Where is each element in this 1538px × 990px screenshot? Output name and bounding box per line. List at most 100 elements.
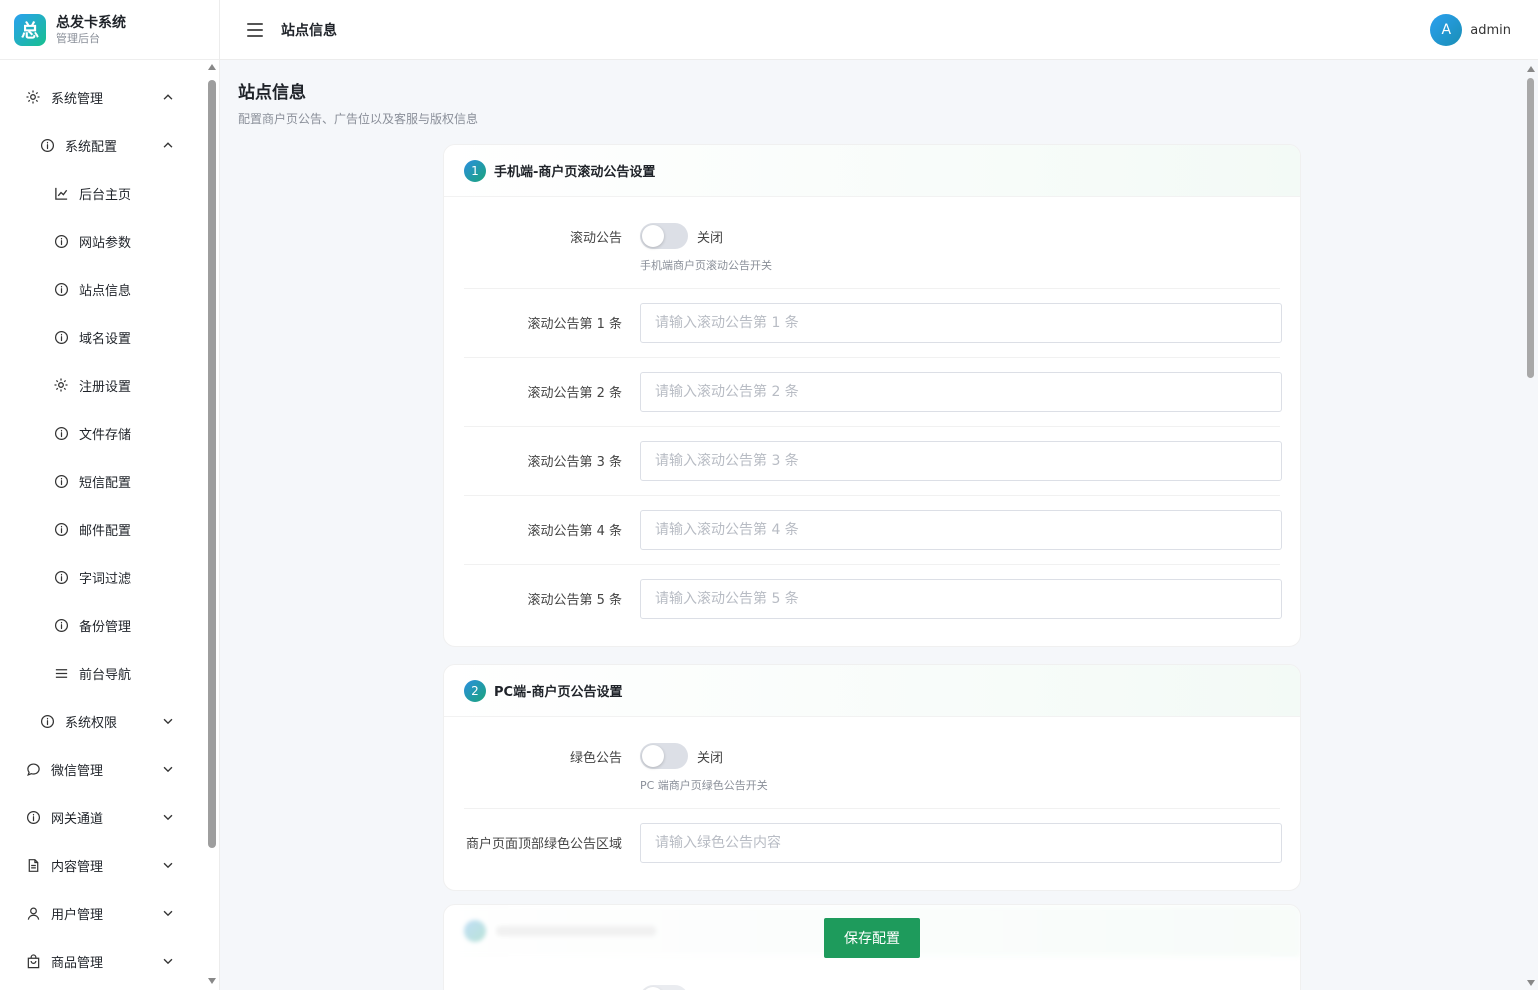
chevron-down-icon[interactable]	[161, 714, 175, 728]
gear-icon	[25, 89, 41, 105]
user-menu[interactable]: A admin	[1430, 14, 1511, 46]
scroll-notice-2-input[interactable]	[640, 372, 1282, 412]
sidebar-item-label: 系统权限	[65, 715, 118, 731]
chat-icon	[25, 761, 41, 777]
toggle-label: 绿色公告	[569, 751, 622, 766]
sidebar-item-label: 注册设置	[79, 379, 132, 395]
sidebar-item-10[interactable]: 邮件配置	[0, 505, 205, 553]
main-scroll-thumb[interactable]	[1527, 78, 1534, 378]
main-scrollbar[interactable]	[1524, 60, 1538, 990]
chevron-down-icon[interactable]	[161, 762, 175, 776]
info-icon	[25, 809, 41, 825]
save-config-button[interactable]: 保存配置	[824, 918, 920, 958]
chevron-up-icon[interactable]	[161, 90, 175, 104]
step-badge: 1	[464, 159, 486, 182]
toggle-hint: 手机端商户页滚动公告开关	[640, 259, 772, 272]
sidebar-item-label: 系统配置	[65, 139, 118, 155]
info-icon	[39, 137, 55, 153]
green-notice-input[interactable]	[640, 823, 1282, 863]
sidebar-item-9[interactable]: 短信配置	[0, 457, 205, 505]
topbar: 站点信息 A admin	[220, 0, 1538, 60]
brand[interactable]: 总 总发卡系统 管理后台	[0, 0, 219, 60]
chevron-down-icon[interactable]	[161, 954, 175, 968]
chevron-down-icon[interactable]	[161, 906, 175, 920]
chart-icon	[53, 185, 69, 201]
chevron-down-icon[interactable]	[161, 810, 175, 824]
sidebar-item-13[interactable]: 前台导航	[0, 649, 205, 697]
sidebar-item-label: 系统管理	[51, 91, 104, 107]
sidebar-item-label: 文件存储	[79, 427, 132, 443]
sidebar-item-8[interactable]: 文件存储	[0, 409, 205, 457]
sidebar-item-label: 备份管理	[79, 619, 132, 635]
sidebar-item-3[interactable]: 后台主页	[0, 169, 205, 217]
section-title-placeholder	[496, 926, 656, 936]
field-label: 滚动公告第 5 条	[527, 593, 622, 608]
pc-notice-card: 2 PC端-商户页公告设置 绿色公告 关闭 PC 端商户页绿色公告开关 商户页面…	[443, 664, 1301, 891]
green-notice-toggle[interactable]	[640, 743, 688, 769]
sidebar-item-6[interactable]: 域名设置	[0, 313, 205, 361]
sidebar-item-label: 内容管理	[51, 859, 104, 875]
sidebar-item-11[interactable]: 字词过滤	[0, 553, 205, 601]
mobile-notice-card: 1 手机端-商户页滚动公告设置 滚动公告 关闭 手机端商户页滚动公告开关 滚动公…	[443, 144, 1301, 647]
brand-name: 总发卡系统	[56, 14, 126, 31]
sidebar-item-label: 微信管理	[51, 763, 104, 779]
sidebar-item-16[interactable]: 网关通道	[0, 793, 205, 841]
sidebar-item-15[interactable]: 微信管理	[0, 745, 205, 793]
field-label: 商户页面顶部绿色公告区域	[465, 837, 622, 852]
sidebar-item-12[interactable]: 备份管理	[0, 601, 205, 649]
step-badge: 2	[464, 679, 486, 702]
toggle-state-text: 关闭	[697, 231, 724, 246]
sidebar-scroll-thumb[interactable]	[208, 80, 216, 848]
toggle-label: 滚动公告	[569, 231, 622, 246]
sidebar-item-1[interactable]: 系统管理	[0, 73, 205, 121]
info-icon	[53, 617, 69, 633]
scroll-notice-4-input[interactable]	[640, 510, 1282, 550]
scroll-up-arrow-icon[interactable]	[208, 64, 216, 70]
sidebar-item-2[interactable]: 系统配置	[0, 121, 205, 169]
sidebar-item-label: 站点信息	[79, 283, 132, 299]
menu-icon	[53, 665, 69, 681]
sidebar-item-19[interactable]: 商品管理	[0, 937, 205, 985]
sidebar-item-label: 前台导航	[79, 667, 132, 683]
sidebar-item-17[interactable]: 内容管理	[0, 841, 205, 889]
avatar: A	[1430, 14, 1463, 46]
scroll-notice-3-input[interactable]	[640, 441, 1282, 481]
info-icon	[53, 473, 69, 489]
sidebar-scrollbar[interactable]	[205, 60, 219, 990]
info-icon	[53, 425, 69, 441]
chevron-down-icon[interactable]	[161, 858, 175, 872]
scroll-notice-toggle[interactable]	[640, 223, 688, 249]
sidebar-item-4[interactable]: 网站参数	[0, 217, 205, 265]
scroll-notice-1-input[interactable]	[640, 303, 1282, 343]
sidebar-item-label: 后台主页	[79, 187, 132, 203]
document-icon	[25, 857, 41, 873]
scroll-notice-5-input[interactable]	[640, 579, 1282, 619]
sidebar-item-5[interactable]: 站点信息	[0, 265, 205, 313]
sidebar-item-label: 短信配置	[79, 475, 132, 491]
sidebar: 总 总发卡系统 管理后台 系统管理系统配置后台主页网站参数站点信息域名设置注册设…	[0, 0, 220, 990]
page-title: 站点信息	[238, 83, 306, 103]
info-icon	[53, 329, 69, 345]
gear-icon	[53, 377, 69, 393]
sidebar-item-label: 域名设置	[79, 331, 132, 347]
brand-subtitle: 管理后台	[56, 31, 100, 45]
step-badge	[464, 920, 486, 942]
sidebar-item-7[interactable]: 注册设置	[0, 361, 205, 409]
hamburger-menu-icon[interactable]	[247, 22, 263, 37]
field-label: 滚动公告第 2 条	[527, 386, 622, 401]
sidebar-item-label: 网站参数	[79, 235, 132, 251]
chevron-up-icon[interactable]	[161, 138, 175, 152]
sidebar-item-label: 邮件配置	[79, 523, 132, 539]
username: admin	[1470, 22, 1511, 38]
scroll-down-arrow-icon[interactable]	[208, 978, 216, 984]
sidebar-item-label: 商品管理	[51, 955, 104, 971]
scroll-up-arrow-icon[interactable]	[1527, 66, 1535, 72]
topbar-title: 站点信息	[281, 22, 337, 39]
sidebar-item-14[interactable]: 系统权限	[0, 697, 205, 745]
section-toggle[interactable]	[640, 985, 688, 990]
scroll-down-arrow-icon[interactable]	[1527, 980, 1535, 986]
toggle-hint: PC 端商户页绿色公告开关	[640, 779, 768, 792]
sidebar-item-18[interactable]: 用户管理	[0, 889, 205, 937]
info-icon	[53, 281, 69, 297]
user-icon	[25, 905, 41, 921]
